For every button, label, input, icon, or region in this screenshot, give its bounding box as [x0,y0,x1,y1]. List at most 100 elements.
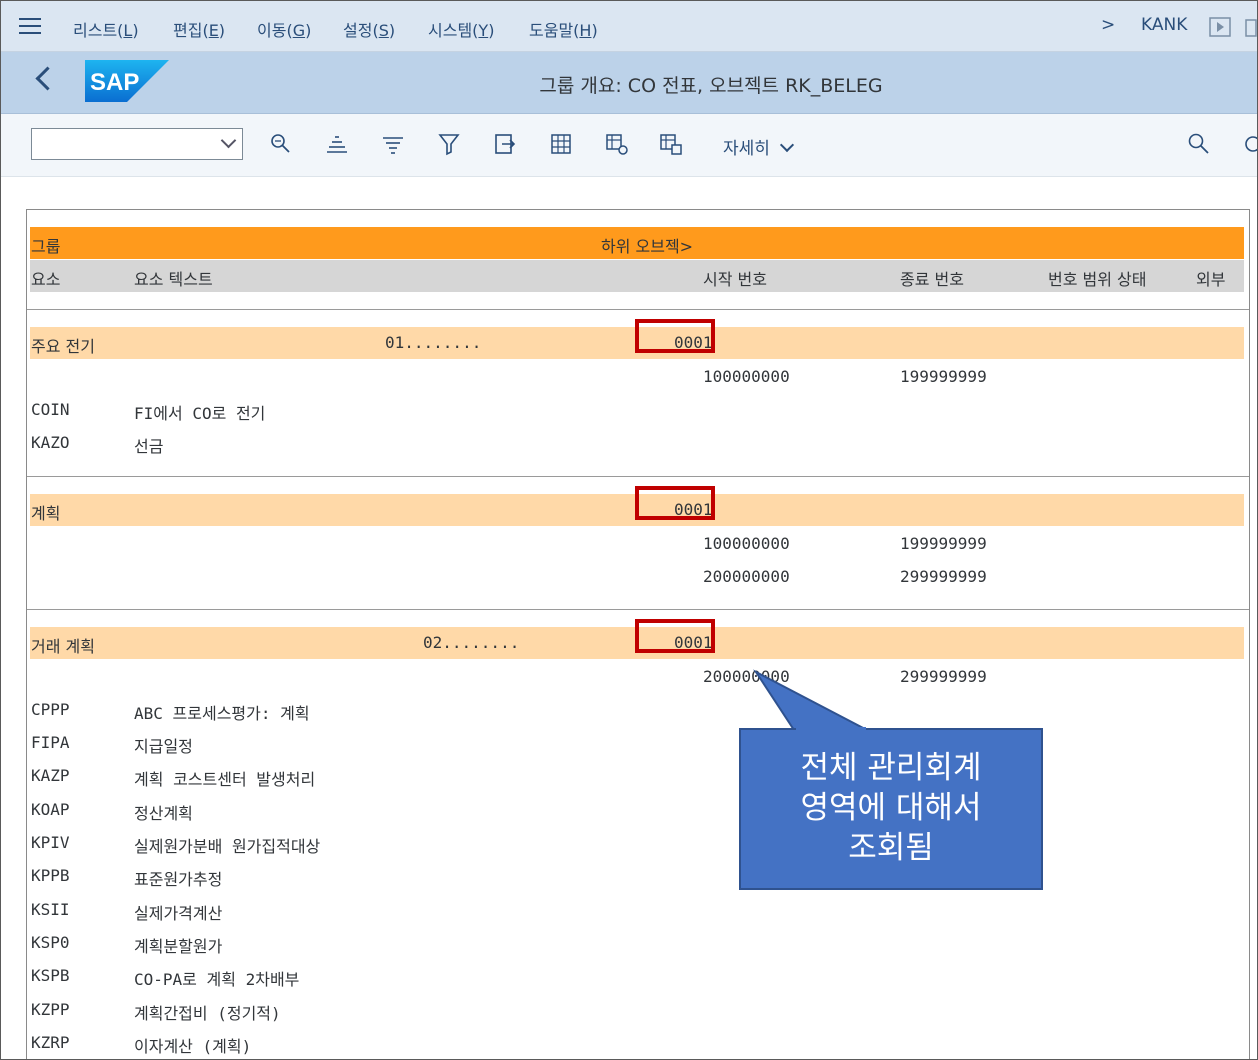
element-row[interactable]: KZRP 이자계산 (계획) [30,1027,1244,1059]
element-code: KSII [31,900,70,919]
range-to: 199999999 [900,534,987,553]
range-from: 200000000 [703,567,790,586]
group-name: 거래 계획 [31,637,95,656]
menu-list[interactable]: 리스트(L) [73,17,139,41]
header-range-status: 번호 범위 상태 [1048,270,1147,289]
search-next-icon[interactable] [1241,134,1257,156]
header-element: 요소 [31,270,61,289]
back-icon[interactable] [35,66,60,91]
element-row[interactable]: KAZP 계획 코스트센터 발생처리 [30,760,1244,792]
window-control-icon[interactable] [1245,19,1257,37]
callout-joint [796,727,866,731]
element-text: 실제가격계산 [134,904,223,923]
more-chevron-icon[interactable]: > [1101,15,1115,35]
group-name: 주요 전기 [31,337,95,356]
menu-system[interactable]: 시스템(Y) [428,17,494,41]
callout-line: 조회됨 [848,830,934,866]
menu-help[interactable]: 도움말(H) [529,17,598,41]
element-text: CO-PA로 계획 2차배부 [134,970,300,989]
find-icon[interactable] [269,132,293,156]
element-code: KOAP [31,800,70,819]
group-name: 계획 [31,504,61,523]
chevron-down-icon [779,137,794,153]
table-settings-icon[interactable] [605,132,629,156]
header-external: 외부 [1196,270,1226,289]
highlight-box [635,486,715,520]
sort-descending-icon[interactable] [381,132,405,156]
element-code: CPPP [31,700,70,719]
element-text: 지급일정 [134,737,193,756]
detail-dropdown[interactable]: 자세히 [723,134,794,159]
menu-bar: 리스트(L) 편집(E) 이동(G) 설정(S) 시스템(Y) 도움말(H) >… [1,1,1257,52]
callout-annotation: 전체 관리회계 영역에 대해서 조회됨 [739,728,1043,890]
range-row: 100000000 199999999 [30,528,1244,560]
element-code: KAZO [31,433,70,452]
element-code: FIPA [31,733,70,752]
filter-icon[interactable] [437,132,461,156]
callout-line: 전체 관리회계 [800,750,982,786]
group-code: 02........ [423,633,520,652]
highlight-box [635,319,715,353]
highlight-box [635,619,715,653]
element-row[interactable]: COIN FI에서 CO로 전기 [30,394,1244,426]
export-icon[interactable] [493,132,517,156]
range-to: 299999999 [900,567,987,586]
group-code: 01........ [385,333,482,352]
element-row[interactable]: KSPB CO-PA로 계획 2차배부 [30,960,1244,992]
range-row: 100000000 199999999 [30,361,1244,393]
search-icon[interactable] [1187,132,1211,156]
chevron-down-icon[interactable] [220,132,237,149]
menu-settings[interactable]: 설정(S) [343,17,395,41]
element-text: 계획간접비 (정기적) [134,1004,281,1023]
element-row[interactable]: FIPA 지급일정 [30,727,1244,759]
menu-edit[interactable]: 편집(E) [173,17,225,41]
range-row: 200000000 299999999 [30,661,1244,693]
list-header-group: 그룹 하위 오브젝> [30,227,1244,259]
table-icon[interactable] [549,132,573,156]
element-row[interactable]: KSII 실제가격계산 [30,894,1244,926]
element-text: 계획분할원가 [134,937,223,956]
element-row[interactable]: KSP0 계획분할원가 [30,927,1244,959]
element-text: 표준원가추정 [134,870,223,889]
element-code: KSP0 [31,933,70,952]
element-row[interactable]: CPPP ABC 프로세스평가: 계획 [30,694,1244,726]
element-row[interactable]: KAZO 선금 [30,427,1244,459]
element-code: KPPB [31,866,70,885]
callout-line: 영역에 대해서 [800,790,982,826]
sap-logo: SAP [85,60,169,102]
title-bar: SAP 그룹 개요: CO 전표, 오브젝트 RK_BELEG [1,52,1257,114]
header-subobject: 하위 오브젝> [601,237,694,256]
element-row[interactable]: KPPB 표준원가추정 [30,860,1244,892]
range-from: 200000000 [703,667,790,686]
header-from-number: 시작 번호 [703,270,767,289]
element-code: COIN [31,400,70,419]
detail-label: 자세히 [723,139,770,159]
table-layout-icon[interactable] [659,132,683,156]
header-element-text: 요소 텍스트 [134,270,213,289]
element-row[interactable]: KPIV 실제원가분배 원가집적대상 [30,827,1244,859]
element-row[interactable]: KZPP 계획간접비 (정기적) [30,994,1244,1026]
menu-goto[interactable]: 이동(G) [257,17,311,41]
play-icon[interactable] [1209,17,1231,37]
divider [27,309,1249,310]
command-field[interactable] [31,128,243,160]
header-to-number: 종료 번호 [900,270,964,289]
list-header-element: 요소 요소 텍스트 시작 번호 종료 번호 번호 범위 상태 외부 [30,260,1244,292]
toolbar: 자세히 [1,114,1257,177]
element-text: 선금 [134,437,164,456]
hamburger-menu-icon[interactable] [19,18,41,34]
sap-window: 리스트(L) 편집(E) 이동(G) 설정(S) 시스템(Y) 도움말(H) >… [0,0,1258,1060]
element-text: 정산계획 [134,804,193,823]
range-from: 100000000 [703,534,790,553]
element-text: ABC 프로세스평가: 계획 [134,704,310,723]
element-text: FI에서 CO로 전기 [134,404,266,423]
element-code: KSPB [31,966,70,985]
divider [27,476,1249,477]
header-group: 그룹 [31,237,61,256]
element-row[interactable]: KOAP 정산계획 [30,794,1244,826]
page-title: 그룹 개요: CO 전표, 오브젝트 RK_BELEG [539,75,883,97]
element-text: 이자계산 (계획) [134,1037,252,1056]
sort-ascending-icon[interactable] [325,132,349,156]
range-from: 100000000 [703,367,790,386]
divider [27,609,1249,610]
